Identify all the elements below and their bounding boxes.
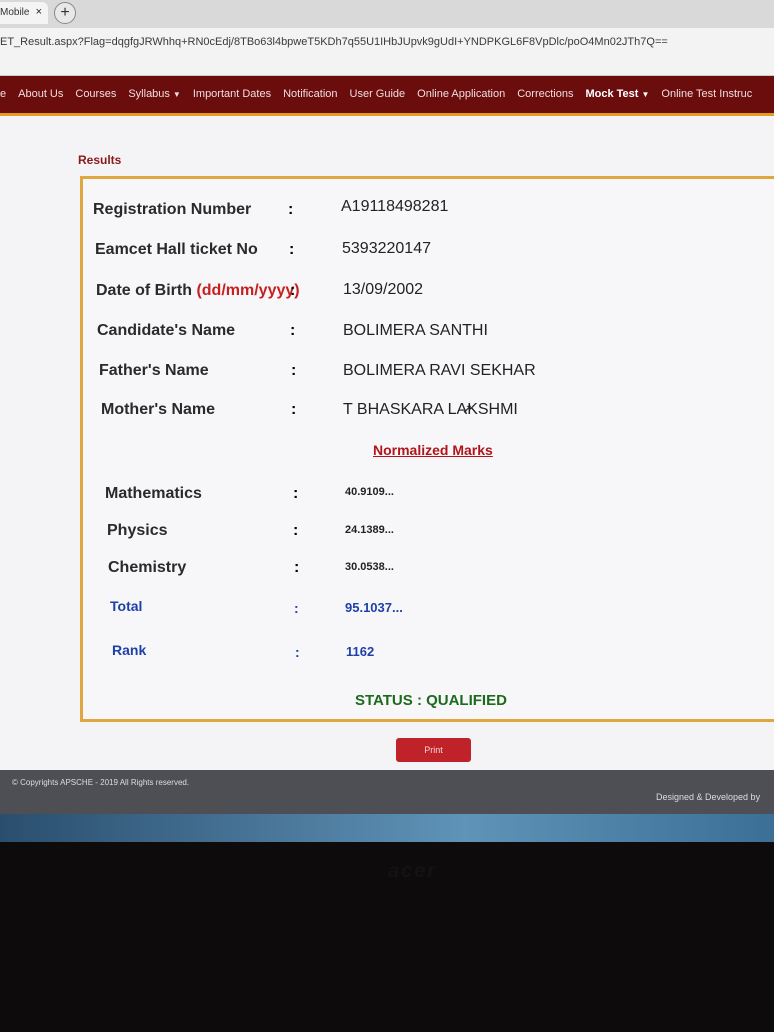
registration-number-label: Registration Number bbox=[93, 201, 252, 218]
colon: : bbox=[291, 401, 297, 418]
rank-value: 1162 bbox=[346, 644, 375, 659]
caret-down-icon: ▼ bbox=[172, 90, 181, 99]
colon: : bbox=[294, 559, 300, 576]
close-icon[interactable]: × bbox=[36, 6, 42, 18]
nav-item-courses[interactable]: Courses bbox=[75, 88, 116, 100]
total-value: 95.1037... bbox=[345, 600, 403, 615]
father-name-value: BOLIMERA RAVI SEKHAR bbox=[343, 362, 536, 379]
designed-by-text: Designed & Developed by bbox=[656, 792, 761, 802]
mathematics-value: 40.9109... bbox=[345, 486, 394, 498]
colon: : bbox=[289, 241, 295, 258]
url-text[interactable]: ET_Result.aspx?Flag=dqgfgJRWhhq+RN0cEdj/… bbox=[0, 36, 668, 48]
browser-tab[interactable]: Mobile × bbox=[0, 2, 48, 24]
mouse-pointer-icon: ➚ bbox=[462, 401, 473, 416]
browser-tab-strip: Mobile × + bbox=[0, 0, 774, 28]
nav-item-label: Mock Test bbox=[585, 88, 639, 100]
physics-label: Physics bbox=[107, 522, 168, 539]
dob-format: (dd/mm/yyyy) bbox=[196, 282, 300, 299]
chemistry-value: 30.0538... bbox=[345, 561, 394, 573]
nav-item-mock-test[interactable]: Mock Test ▼ bbox=[585, 88, 649, 100]
hall-ticket-label: Eamcet Hall ticket No bbox=[95, 241, 258, 258]
monitor-brand-logo: acer bbox=[388, 860, 438, 882]
mother-name-value: T BHASKARA LAKSHMI bbox=[343, 401, 518, 418]
hall-ticket-value: 5393220147 bbox=[342, 240, 431, 257]
dob-label: Date of Birth (dd/mm/yyyy) bbox=[96, 282, 300, 300]
nav-item-online-test-instructions[interactable]: Online Test Instruc bbox=[661, 88, 752, 100]
page-content: Results Registration Number : A191184982… bbox=[0, 116, 774, 770]
caret-down-icon: ▼ bbox=[641, 90, 650, 99]
copyright-text: © Copyrights APSCHE - 2019 All Rights re… bbox=[12, 778, 190, 787]
dob-value: 13/09/2002 bbox=[343, 281, 424, 298]
registration-number-value: A19118498281 bbox=[341, 198, 449, 215]
colon: : bbox=[290, 322, 296, 339]
status-badge: STATUS : QUALIFIED bbox=[355, 692, 507, 709]
address-bar[interactable]: ET_Result.aspx?Flag=dqgfgJRWhhq+RN0cEdj/… bbox=[0, 28, 774, 76]
total-label: Total bbox=[110, 598, 143, 614]
nav-item-syllabus[interactable]: Syllabus ▼ bbox=[128, 88, 181, 100]
normalized-marks-title: Normalized Marks bbox=[373, 442, 493, 458]
nav-item-important-dates[interactable]: Important Dates bbox=[193, 88, 271, 100]
nav-item-home[interactable]: e bbox=[0, 88, 6, 100]
nav-item-user-guide[interactable]: User Guide bbox=[350, 88, 406, 100]
page-title: Results bbox=[78, 153, 122, 167]
nav-item-notification[interactable]: Notification bbox=[283, 88, 337, 100]
colon: : bbox=[294, 600, 299, 616]
desktop-taskbar bbox=[0, 814, 774, 842]
results-panel: Registration Number : A19118498281 Eamce… bbox=[80, 176, 774, 722]
site-navbar: e About Us Courses Syllabus ▼ Important D… bbox=[0, 76, 774, 116]
tab-label: Mobile bbox=[0, 7, 30, 18]
colon: : bbox=[293, 522, 299, 539]
mother-name-label: Mother's Name bbox=[101, 401, 216, 418]
colon: : bbox=[293, 485, 299, 502]
dob-label-text: Date of Birth bbox=[96, 282, 192, 299]
candidate-name-label: Candidate's Name bbox=[97, 322, 236, 339]
candidate-name-value: BOLIMERA SANTHI bbox=[343, 322, 488, 339]
colon: : bbox=[295, 644, 300, 660]
nav-item-online-application[interactable]: Online Application bbox=[417, 88, 505, 100]
new-tab-button[interactable]: + bbox=[54, 2, 76, 24]
nav-item-corrections[interactable]: Corrections bbox=[517, 88, 573, 100]
colon: : bbox=[288, 201, 294, 218]
site-footer: © Copyrights APSCHE - 2019 All Rights re… bbox=[0, 770, 774, 814]
chemistry-label: Chemistry bbox=[108, 559, 187, 576]
colon: : bbox=[291, 362, 297, 379]
mathematics-label: Mathematics bbox=[105, 485, 202, 502]
father-name-label: Father's Name bbox=[99, 362, 209, 379]
nav-item-about-us[interactable]: About Us bbox=[18, 88, 63, 100]
physics-value: 24.1389... bbox=[345, 524, 394, 536]
colon: : bbox=[290, 282, 296, 299]
rank-label: Rank bbox=[112, 642, 147, 658]
print-button[interactable]: Print bbox=[396, 738, 471, 762]
nav-item-label: Syllabus bbox=[128, 88, 170, 100]
